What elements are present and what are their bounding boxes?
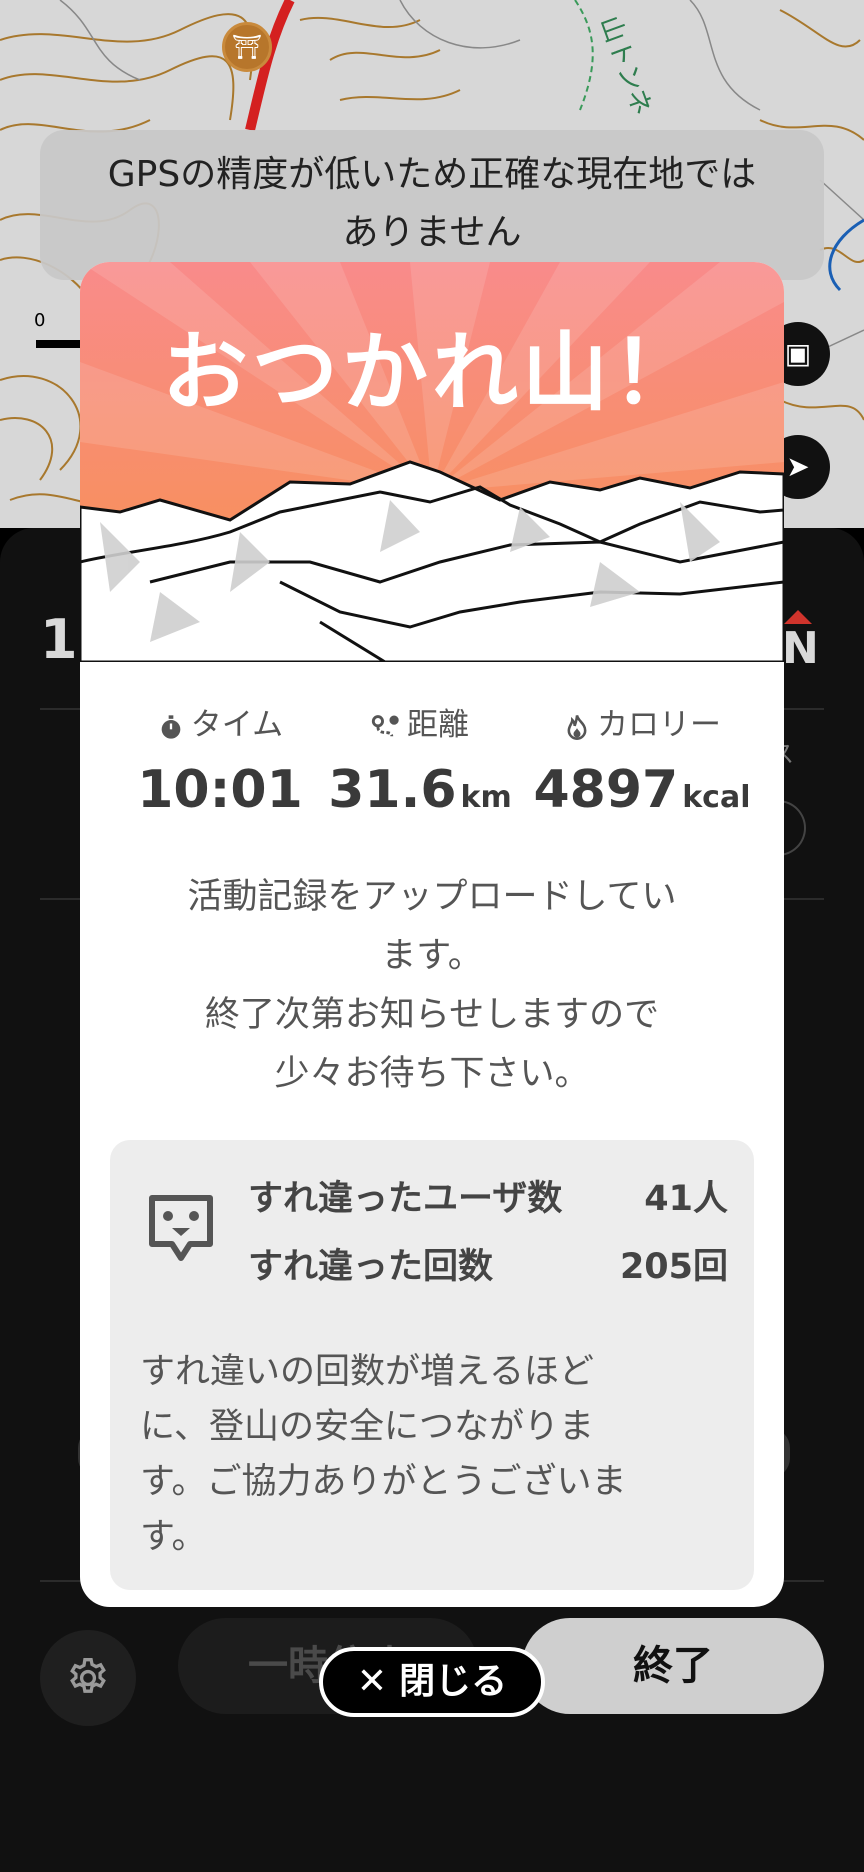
modal-title: おつかれ山！ [162,323,702,423]
encounter-users-value: 41人 [644,1179,728,1219]
encounter-note-line: す。ご協力ありがとうございま [140,1462,627,1502]
activity-stats: タイム 10:01 距離 31.6 km カロリー 4897 kcal [80,702,784,842]
stat-calories-label: カロリー [597,707,721,743]
flame-icon [567,714,587,740]
stat-distance-unit: km [460,780,512,815]
stat-calories-value-row: 4897 kcal [520,760,764,820]
stat-time-value-row: 10:01 [120,760,320,820]
encounter-users-label: すれ違ったユーザ数 [248,1179,563,1219]
compass-north-label: N [782,623,819,674]
stopwatch-icon [161,714,181,739]
stat-distance-value-row: 31.6 km [320,760,520,820]
encounter-note-line: に、登山の安全につながりま [140,1407,594,1447]
close-button[interactable]: ✕ 閉じる [319,1647,545,1717]
close-icon: ✕ [356,1661,388,1702]
upload-message-line: 終了次第お知らせしますので [204,995,660,1035]
stat-distance-value: 31.6 [328,760,457,820]
gear-icon [70,1658,106,1693]
stat-time-label: タイム [190,707,284,743]
stat-distance-label: 距離 [407,707,469,743]
torii-icon[interactable]: ⛩ [222,22,272,72]
encounter-note-line: す。 [140,1517,207,1557]
upload-message-line: ます。 [381,936,483,976]
stat-time-label-row: タイム [120,702,320,748]
encounter-count-row: すれ違った回数 205回 [248,1238,728,1288]
close-button-label: 閉じる [399,1661,508,1702]
encounter-summary: すれ違ったユーザ数 41人 すれ違った回数 205回 すれ違いの回数が増えるほど… [110,1140,754,1590]
settings-button[interactable] [40,1630,136,1726]
upload-message: 活動記録をアップロードしてい ます。 終了次第お知らせしますので 少々お待ち下さ… [130,868,734,1104]
encounter-count-label: すれ違った回数 [248,1247,494,1287]
smiley-bubble-icon [149,1195,213,1261]
scale-label: 0 [34,310,46,331]
stat-distance: 距離 31.6 km [320,702,520,820]
gps-toast-line-1: GPSの精度が低いため正確な現在地では [107,154,757,195]
encounter-count-value: 205回 [619,1247,728,1287]
compass-north-icon [784,610,812,624]
route-icon [371,714,399,737]
stat-distance-label-row: 距離 [320,702,520,748]
upload-message-line: 少々お待ち下さい。 [274,1054,590,1094]
encounter-note: すれ違いの回数が増えるほど に、登山の安全につながりま す。ご協力ありがとうござ… [140,1345,680,1565]
end-button[interactable]: 終了 [522,1618,824,1714]
direction-icon: ➤ [786,450,810,483]
encounter-users-row: すれ違ったユーザ数 41人 [248,1170,728,1220]
gps-toast-line-2: ありません [342,212,522,253]
stat-calories-unit: kcal [682,780,751,815]
upload-message-line: 活動記録をアップロードしてい [187,877,677,917]
encounter-note-line: すれ違いの回数が増えるほど [140,1352,594,1392]
stat-time-value: 10:01 [137,760,303,820]
stat-calories-label-row: カロリー [520,702,764,748]
stat-calories: カロリー 4897 kcal [520,702,764,820]
layers-icon: ▣ [784,337,812,370]
gps-accuracy-toast: GPSの精度が低いため正確な現在地では ありません [40,130,824,280]
completion-modal: おつかれ山！ タイム 10:01 距離 31.6 km カロリー 4897 kc… [80,262,784,1607]
stat-time: タイム 10:01 [120,702,320,820]
stat-calories-value: 4897 [533,760,679,820]
